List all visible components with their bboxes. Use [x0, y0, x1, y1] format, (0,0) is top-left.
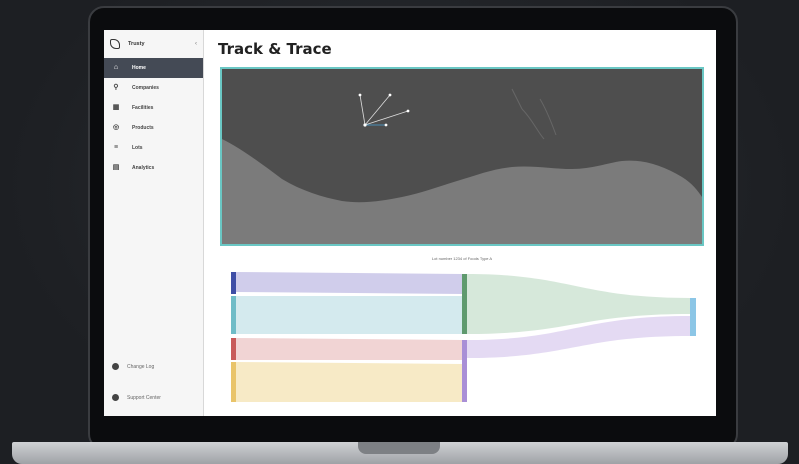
trusty-logo-icon	[110, 39, 120, 49]
sankey-node[interactable]	[231, 338, 236, 360]
sidebar-item-lots[interactable]: ≡ Lots	[104, 138, 203, 158]
sankey-node[interactable]	[690, 298, 696, 336]
map-node[interactable]	[363, 123, 367, 127]
sankey-node[interactable]	[231, 362, 236, 402]
sankey-title: Lot number 1234 of Foods Type A	[431, 256, 493, 261]
sidebar-item-home[interactable]: ⌂ Home	[104, 58, 203, 78]
sankey-svg	[231, 272, 696, 402]
changelog-label: Change Log	[127, 363, 155, 370]
map-svg	[222, 69, 702, 244]
support-label: Support Center	[127, 394, 161, 401]
map-node[interactable]	[384, 123, 388, 127]
sankey-link[interactable]	[236, 362, 462, 402]
brand-name: Trusty	[128, 41, 145, 47]
sidebar-item-products[interactable]: ◎ Products	[104, 118, 203, 138]
sidebar-item-label: Lots	[132, 145, 143, 151]
laptop-notch	[358, 442, 440, 454]
sidebar: Trusty ‹ ⌂ Home ⚲ Companies ▦ Facilities…	[104, 30, 204, 416]
sidebar-footer-support[interactable]: Support Center	[112, 394, 161, 401]
sidebar-item-companies[interactable]: ⚲ Companies	[104, 78, 203, 98]
sankey-link[interactable]	[236, 338, 462, 360]
app-screen: Trusty ‹ ⌂ Home ⚲ Companies ▦ Facilities…	[104, 30, 716, 416]
companies-icon: ⚲	[113, 84, 119, 91]
sankey-node[interactable]	[462, 340, 467, 402]
sidebar-item-label: Analytics	[132, 165, 155, 171]
sankey-link[interactable]	[236, 296, 462, 334]
brand-header: Trusty ‹	[104, 30, 203, 58]
sankey-link[interactable]	[236, 272, 462, 294]
sidebar-item-facilities[interactable]: ▦ Facilities	[104, 98, 203, 118]
support-icon	[112, 394, 119, 401]
map-node[interactable]	[358, 93, 362, 97]
chevron-left-icon[interactable]: ‹	[195, 41, 197, 47]
sankey-diagram: Lot number 1234 of Foods Type A	[220, 256, 704, 412]
sidebar-item-label: Products	[132, 125, 154, 131]
changelog-icon	[112, 363, 119, 370]
sidebar-item-analytics[interactable]: ▤ Analytics	[104, 158, 203, 178]
home-icon: ⌂	[113, 64, 119, 71]
sidebar-item-label: Companies	[132, 85, 159, 91]
page-title: Track & Trace	[218, 40, 332, 58]
analytics-icon: ▤	[112, 164, 120, 171]
trace-map[interactable]	[220, 67, 704, 246]
sidebar-footer-changelog[interactable]: Change Log	[112, 363, 154, 370]
sankey-node[interactable]	[462, 274, 467, 334]
facilities-icon: ▦	[112, 104, 120, 111]
sankey-node[interactable]	[231, 296, 236, 334]
map-node[interactable]	[406, 109, 410, 113]
map-node[interactable]	[388, 93, 392, 97]
main-content: Track & Trace Lot number 1234 of Foods T…	[204, 30, 716, 416]
products-icon: ◎	[112, 124, 120, 131]
sidebar-item-label: Home	[132, 65, 146, 71]
lots-icon: ≡	[113, 144, 119, 151]
background: Trusty ‹ ⌂ Home ⚲ Companies ▦ Facilities…	[0, 0, 799, 464]
sankey-node[interactable]	[231, 272, 236, 294]
sidebar-item-label: Facilities	[132, 105, 154, 111]
